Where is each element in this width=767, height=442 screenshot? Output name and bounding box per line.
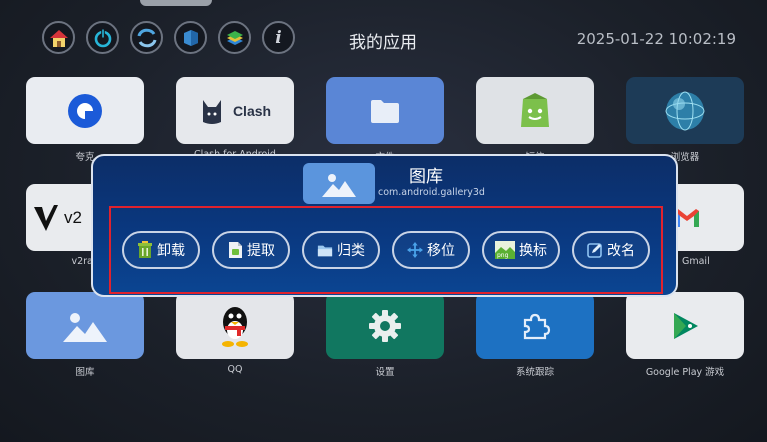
info-glyph: i [275,27,282,48]
clash-cat-icon: Clash [176,77,294,144]
home-icon[interactable] [42,21,75,54]
gallery-icon [303,163,375,204]
quark-icon [26,77,144,144]
dialog-header: 图库 com.android.gallery3d [303,163,485,204]
app-browser[interactable]: 浏览器 [626,77,744,163]
info-icon[interactable]: i [262,21,295,54]
layers-icon[interactable] [218,21,251,54]
app-quark[interactable]: 夸克 [26,77,144,163]
move-arrows-icon [407,241,423,259]
clock: 2025-01-22 10:02:19 [576,30,736,48]
uninstall-button[interactable]: 卸载 [122,231,200,269]
app-system-trace[interactable]: 系统跟踪 [476,292,594,378]
dialog-app-name: 图库 [409,167,443,187]
android-bag-icon [476,77,594,144]
extract-button[interactable]: 提取 [212,231,290,269]
top-bar: i 我的应用 2025-01-22 10:02:19 [0,0,767,70]
categorize-button[interactable]: 归类 [302,231,380,269]
app-label: QQ [227,364,243,375]
rename-button[interactable]: 改名 [572,231,650,269]
clash-wordmark: Clash [232,102,272,119]
gear-icon [326,292,444,359]
extract-label: 提取 [247,243,275,259]
app-gallery[interactable]: 图库 [26,292,144,378]
toolbar: i [42,21,295,54]
refresh-icon[interactable] [130,21,163,54]
png-badge-text: png [497,252,509,259]
app-qq[interactable]: QQ [176,292,294,375]
play-games-icon [626,292,744,359]
trash-icon [137,241,153,259]
cube-icon[interactable] [174,21,207,54]
change-icon-label: 换标 [519,243,547,259]
dialog-package-name: com.android.gallery3d [378,187,485,198]
top-handle [140,0,212,6]
apk-file-icon [227,241,243,259]
globe-icon [626,77,744,144]
app-action-dialog: 图库 com.android.gallery3d 卸载 提取 归类 移位 png… [91,154,678,297]
folder-icon [326,77,444,144]
png-image-icon: png [495,241,515,259]
folder-icon [317,241,333,259]
gallery-icon [26,292,144,359]
page-title: 我的应用 [349,33,417,53]
qq-penguin-icon [176,292,294,359]
puzzle-icon [476,292,594,359]
app-files[interactable]: 文件 [326,77,444,163]
move-label: 移位 [427,243,455,259]
app-label: 图库 [75,367,95,378]
power-icon[interactable] [86,21,119,54]
app-clash[interactable]: Clash Clash for Android [176,77,294,160]
app-label: 设置 [375,367,395,378]
move-button[interactable]: 移位 [392,231,470,269]
app-label: Google Play 游戏 [645,367,725,378]
rename-label: 改名 [607,243,635,259]
uninstall-label: 卸载 [157,243,185,259]
app-settings[interactable]: 设置 [326,292,444,378]
v2ray-wordmark: v2 [64,207,82,227]
app-label: 系统跟踪 [515,367,554,378]
categorize-label: 归类 [337,243,365,259]
app-sms[interactable]: 短信 [476,77,594,163]
edit-icon [587,241,603,259]
action-bar: 卸载 提取 归类 移位 png 换标 改名 [122,231,650,269]
change-icon-button[interactable]: png 换标 [482,231,560,269]
app-play-games[interactable]: Google Play 游戏 [626,292,744,378]
